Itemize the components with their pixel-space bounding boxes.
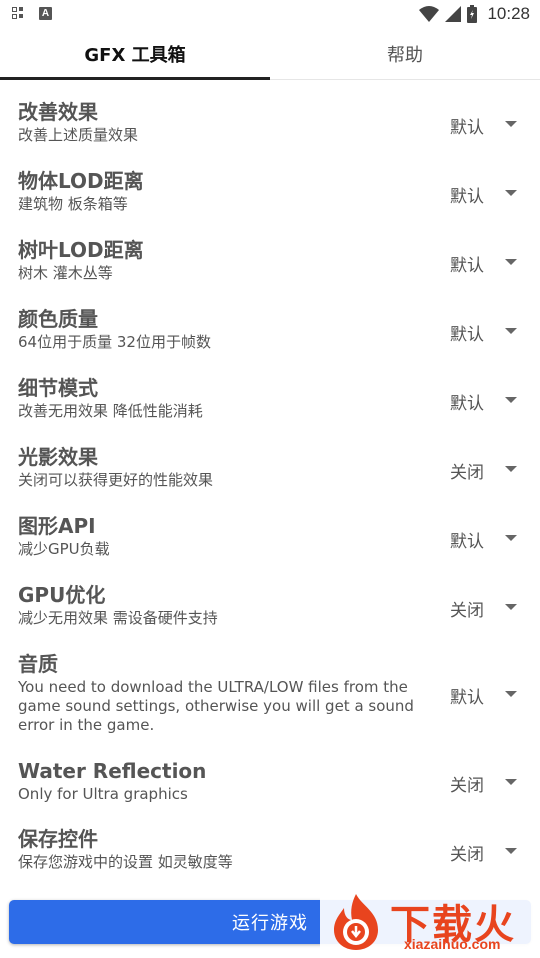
dropdown-caret-icon[interactable] bbox=[505, 259, 517, 265]
status-bar: A 10:28 bbox=[0, 0, 540, 28]
setting-title: 音质 bbox=[18, 652, 58, 676]
dropdown-value[interactable]: 默认 bbox=[450, 182, 484, 207]
dropdown-caret-icon[interactable] bbox=[505, 779, 517, 785]
dropdown-value[interactable]: 关闭 bbox=[450, 771, 484, 796]
setting-subtitle: 保存您游戏中的设置 如灵敏度等 bbox=[18, 853, 233, 871]
a-notification-icon: A bbox=[39, 7, 52, 20]
dropdown-value[interactable]: 默认 bbox=[450, 113, 484, 138]
setting-subtitle: Only for Ultra graphics bbox=[18, 785, 188, 803]
dropdown-caret-icon[interactable] bbox=[505, 466, 517, 472]
tab-gfx-toolbox[interactable]: GFX 工具箱 bbox=[0, 28, 270, 80]
watermark-url: xiazaihuo.com bbox=[404, 936, 501, 952]
battery-icon bbox=[467, 5, 478, 23]
setting-subtitle: You need to download the ULTRA/LOW files… bbox=[18, 678, 414, 734]
dropdown-caret-icon[interactable] bbox=[505, 190, 517, 196]
setting-subtitle: 改善无用效果 降低性能消耗 bbox=[18, 402, 203, 420]
dropdown-caret-icon[interactable] bbox=[505, 848, 517, 854]
dropdown-value[interactable]: 关闭 bbox=[450, 840, 484, 865]
dropdown-value[interactable]: 默认 bbox=[450, 683, 484, 708]
tab-help[interactable]: 帮助 bbox=[270, 28, 540, 79]
dropdown-caret-icon[interactable] bbox=[505, 121, 517, 127]
dropdown-caret-icon[interactable] bbox=[505, 691, 517, 697]
setting-subtitle: 改善上述质量效果 bbox=[18, 126, 139, 144]
setting-subtitle: 建筑物 板条箱等 bbox=[18, 195, 128, 213]
setting-subtitle: 64位用于质量 32位用于帧数 bbox=[18, 333, 211, 351]
dropdown-value[interactable]: 默认 bbox=[450, 320, 484, 345]
setting-subtitle: 关闭可以获得更好的性能效果 bbox=[18, 471, 214, 489]
dropdown-value[interactable]: 默认 bbox=[450, 251, 484, 276]
dropdown-value[interactable]: 默认 bbox=[450, 527, 484, 552]
setting-subtitle: 减少GPU负载 bbox=[18, 540, 110, 558]
dropdown-caret-icon[interactable] bbox=[505, 328, 517, 334]
dropdown-caret-icon[interactable] bbox=[505, 397, 517, 403]
setting-subtitle: 树木 灌木丛等 bbox=[18, 264, 113, 282]
flame-logo-icon bbox=[334, 894, 378, 950]
dropdown-value[interactable]: 默认 bbox=[450, 389, 484, 414]
dropdown-value[interactable]: 关闭 bbox=[450, 458, 484, 483]
dropdown-value[interactable]: 关闭 bbox=[450, 596, 484, 621]
clock: 10:28 bbox=[487, 4, 530, 23]
tab-bar: GFX 工具箱 帮助 bbox=[0, 28, 540, 80]
wifi-icon bbox=[419, 6, 440, 22]
watermark: 下载火 xiazaihuo.com bbox=[320, 886, 540, 958]
signal-icon bbox=[445, 6, 462, 22]
setting-subtitle: 减少无用效果 需设备硬件支持 bbox=[18, 609, 218, 627]
grid-notification-icon bbox=[12, 7, 25, 20]
dropdown-caret-icon[interactable] bbox=[505, 535, 517, 541]
dropdown-caret-icon[interactable] bbox=[505, 604, 517, 610]
